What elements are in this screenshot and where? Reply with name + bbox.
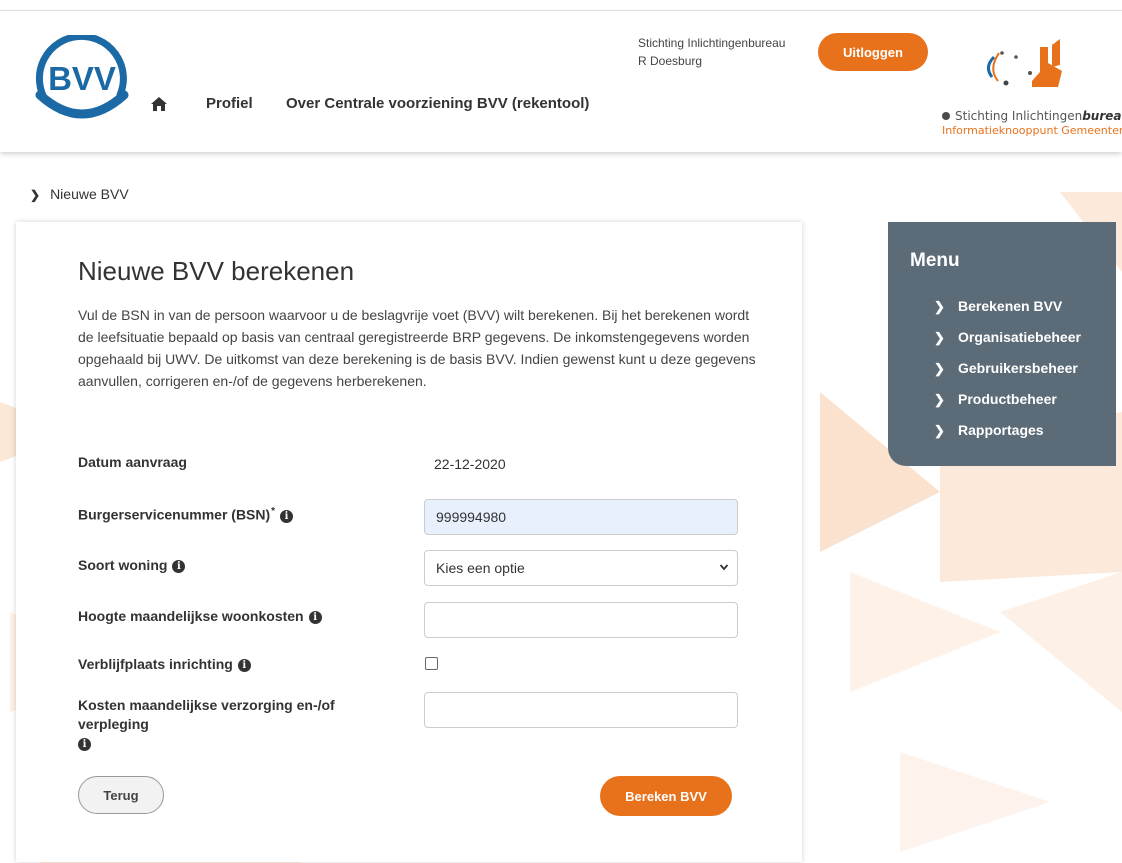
- menu-item-berekenen-bvv[interactable]: ❯ Berekenen BVV: [934, 298, 1062, 315]
- bvv-logo[interactable]: BVV: [32, 35, 132, 127]
- info-icon[interactable]: i: [172, 560, 186, 573]
- logout-button[interactable]: Uitloggen: [818, 33, 928, 71]
- breadcrumb: ❯ Nieuwe BVV: [30, 186, 129, 202]
- menu-item-rapportages[interactable]: ❯ Rapportages: [934, 422, 1044, 439]
- menu-title: Menu: [910, 250, 960, 271]
- chevron-right-icon: ❯: [934, 299, 945, 314]
- side-menu: Menu ❯ Berekenen BVV ❯ Organisatiebeheer ❯…: [888, 222, 1116, 466]
- site-header: BVV Profiel Over Centrale voorziening BV…: [0, 11, 1122, 152]
- user-name: R Doesburg: [638, 54, 703, 68]
- intro-text: Vul de BSN in van de persoon waarvoor u …: [78, 307, 756, 389]
- organisation-name: Stichting Inlichtingenbureau: [638, 36, 786, 50]
- logo-text: BVV: [48, 60, 116, 97]
- menu-item-productbeheer[interactable]: ❯ Productbeheer: [934, 391, 1057, 408]
- soort-woning-selected: Kies een optie: [436, 560, 525, 576]
- chevron-right-icon: ❯: [30, 188, 41, 202]
- chevron-down-icon: [719, 564, 729, 571]
- brand-name: Stichting Inlichtingenbureau: [942, 109, 1122, 123]
- page-title: Nieuwe BVV berekenen: [78, 256, 355, 286]
- soort-woning-label: Soort woning i: [78, 557, 186, 573]
- info-icon[interactable]: i: [237, 659, 251, 672]
- chevron-right-icon: ❯: [934, 330, 945, 345]
- verzorging-label: Kosten maandelijkse verzorging en-/of ve…: [78, 697, 335, 751]
- verblijfplaats-inrichting-checkbox[interactable]: [425, 657, 438, 670]
- brand-subtitle: Informatieknooppunt Gemeenten: [942, 124, 1122, 137]
- verzorging-input[interactable]: [424, 692, 738, 728]
- woonkosten-label: Hoogte maandelijkse woonkosten i: [78, 608, 322, 624]
- info-icon[interactable]: i: [280, 509, 294, 523]
- datum-aanvraag-label: Datum aanvraag: [78, 454, 187, 470]
- menu-item-gebruikersbeheer[interactable]: ❯ Gebruikersbeheer: [934, 360, 1078, 377]
- bsn-input[interactable]: 999994980: [424, 499, 738, 535]
- required-marker: *: [271, 506, 276, 517]
- inlichtingenbureau-logo: [987, 39, 1062, 87]
- new-bvv-form-card: Nieuwe BVV berekenen Vul de BSN in van d…: [16, 222, 802, 862]
- menu-item-organisatiebeheer[interactable]: ❯ Organisatiebeheer: [934, 329, 1081, 346]
- soort-woning-select[interactable]: Kies een optie: [424, 550, 738, 586]
- chevron-right-icon: ❯: [934, 423, 945, 438]
- home-icon[interactable]: [150, 95, 168, 113]
- back-button[interactable]: Terug: [78, 776, 164, 814]
- woonkosten-input[interactable]: [424, 602, 738, 638]
- nav-link-profiel[interactable]: Profiel: [206, 95, 253, 112]
- nav-link-over-centrale-voorziening[interactable]: Over Centrale voorziening BVV (rekentool…: [286, 95, 589, 112]
- chevron-right-icon: ❯: [934, 361, 945, 376]
- info-icon[interactable]: i: [308, 611, 322, 624]
- datum-aanvraag-value: 22-12-2020: [434, 456, 506, 472]
- verblijfplaats-inrichting-label: Verblijfplaats inrichting i: [78, 656, 251, 672]
- breadcrumb-current[interactable]: Nieuwe BVV: [50, 186, 129, 202]
- bereken-bvv-button[interactable]: Bereken BVV: [600, 776, 732, 816]
- chevron-right-icon: ❯: [934, 392, 945, 407]
- bsn-label: Burgerservicenummer (BSN)* i: [78, 506, 294, 523]
- info-icon[interactable]: i: [78, 738, 91, 751]
